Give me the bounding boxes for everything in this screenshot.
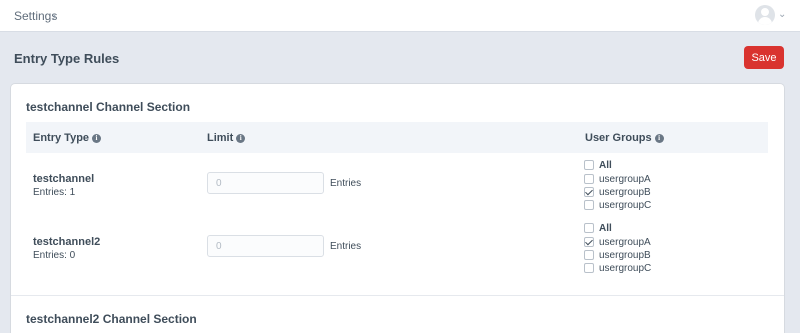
section-title: testchannel2 Channel Section (26, 312, 197, 326)
info-icon[interactable]: i (236, 133, 246, 143)
group-option[interactable]: All (584, 159, 612, 171)
group-option[interactable]: All (584, 222, 612, 234)
info-icon[interactable]: i (654, 133, 664, 143)
limit-input[interactable] (207, 172, 324, 194)
group-label: usergroupA (599, 236, 651, 248)
limit-input[interactable] (207, 235, 324, 257)
chevron-down-icon[interactable]: ⌄ (778, 9, 786, 20)
limit-unit: Entries (330, 178, 362, 189)
header-limit: Limit i (207, 132, 246, 144)
group-label: All (599, 222, 612, 234)
user-avatar[interactable] (755, 5, 775, 25)
checkbox[interactable] (584, 237, 594, 247)
group-option[interactable]: usergroupC (584, 199, 651, 211)
group-option[interactable]: usergroupC (584, 262, 651, 274)
settings-card: testchannel Channel Section Entry Type i… (11, 84, 784, 333)
checkbox[interactable] (584, 223, 594, 233)
group-option[interactable]: usergroupB (584, 186, 651, 198)
group-label: usergroupB (599, 186, 651, 198)
channel-name: testchannel (33, 173, 95, 185)
header-entry-type-label: Entry Type (33, 132, 90, 144)
channel-name: testchannel2 (33, 236, 101, 248)
group-label: usergroupB (599, 249, 651, 261)
checkbox[interactable] (584, 160, 594, 170)
checkbox[interactable] (584, 200, 594, 210)
group-label: usergroupC (599, 262, 652, 274)
checkbox[interactable] (584, 187, 594, 197)
group-option[interactable]: usergroupB (584, 249, 651, 261)
breadcrumb-separator-icon: › (52, 8, 57, 23)
page-title: Entry Type Rules (14, 51, 120, 66)
checkbox[interactable] (584, 250, 594, 260)
section-title: testchannel Channel Section (26, 100, 191, 114)
top-bar: Settings › ⌄ (0, 0, 800, 32)
checkbox[interactable] (584, 174, 594, 184)
header-entry-type: Entry Type i (33, 132, 102, 144)
save-button[interactable]: Save (744, 46, 784, 69)
table-header: Entry Type i Limit i User Groups i (26, 122, 768, 153)
channel-entries: Entries: 0 (33, 250, 76, 261)
header-user-groups-label: User Groups (585, 132, 652, 144)
info-icon[interactable]: i (92, 133, 102, 143)
section-divider (11, 295, 784, 296)
limit-unit: Entries (330, 241, 362, 252)
checkbox[interactable] (584, 263, 594, 273)
group-label: usergroupC (599, 199, 652, 211)
avatar-body-shape (758, 17, 772, 25)
group-option[interactable]: usergroupA (584, 173, 651, 185)
group-label: usergroupA (599, 173, 651, 185)
header-limit-label: Limit (207, 132, 234, 144)
avatar-head-shape (761, 8, 769, 16)
group-option[interactable]: usergroupA (584, 236, 651, 248)
channel-entries: Entries: 1 (33, 187, 76, 198)
group-label: All (599, 159, 612, 171)
breadcrumb-settings[interactable]: Settings (14, 9, 57, 23)
header-user-groups: User Groups i (585, 132, 664, 144)
